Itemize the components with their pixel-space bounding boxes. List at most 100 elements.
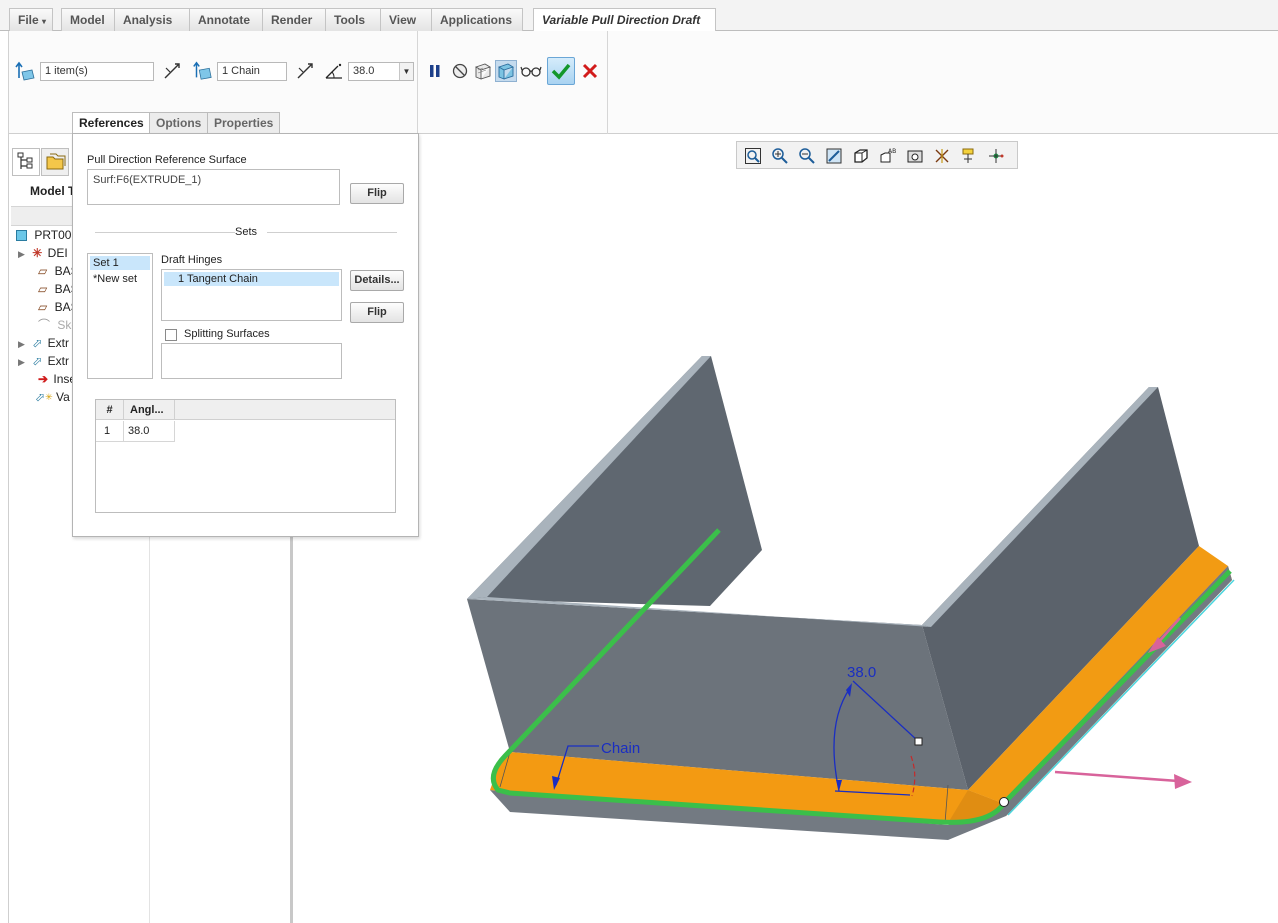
tab-variable-pull-direction-draft[interactable]: Variable Pull Direction Draft [533,8,716,32]
expand-arrow-icon[interactable]: ▶ [18,339,25,349]
pull-direction-arrowhead [1174,774,1192,789]
tab-view[interactable]: View [380,8,432,31]
chain-collector-field[interactable]: 1 Chain [217,62,287,81]
set-item[interactable]: Set 1 [90,256,150,270]
model-tree-tab[interactable] [12,148,40,176]
left-wall-top [467,356,711,599]
tree-item-label: Va [55,390,70,404]
right-wall-top [922,387,1158,627]
angle-arrowhead [846,683,852,697]
tab-model[interactable]: Model [61,8,115,31]
angle-drag-handle[interactable] [914,737,923,746]
draft-angle-preview [910,755,916,797]
cancel-x-button[interactable] [579,60,601,82]
tab-references[interactable]: References [72,112,151,135]
table-cell: 1 [96,421,124,441]
attached-preview-icon[interactable] [472,60,494,82]
tab-tools[interactable]: Tools [325,8,381,31]
table-cell[interactable]: 38.0 [124,421,175,441]
no-preview-icon[interactable] [449,60,471,82]
annotation-display-icon[interactable] [958,145,980,167]
pull-direction-collector[interactable]: Surf:F6(EXTRUDE_1) [87,169,340,205]
pull-direction-surface-icon[interactable] [14,60,36,82]
tree-item-plane[interactable]: ▱ BAS [13,298,79,316]
chain-label[interactable]: Chain [601,740,640,757]
folder-browser-tab[interactable] [41,148,69,176]
draft-feature-icon: ⬀ [35,390,46,404]
back-wall-face [467,599,968,790]
tree-item-extrude[interactable]: ▶ ⬀ Extr [13,334,69,352]
datum-plane-icon: ▱ [38,300,48,314]
angle-table: # Angl... 1 38.0 [95,399,396,513]
sets-list: Set 1 *New set [87,253,153,379]
details-button[interactable]: Details... [350,270,404,291]
file-menu-tab[interactable]: File ▾ [9,8,53,31]
left-wall-face [467,356,762,606]
menu-bar: File ▾ Model Analysis Annotate Render To… [0,0,1278,32]
display-style-icon[interactable] [850,145,872,167]
angle-dimension-label[interactable]: 38.0 [847,664,876,681]
flip-hinge-icon[interactable] [294,60,316,82]
graphics-toolbar: AB [736,141,1018,169]
surface-edge-lines [499,751,949,824]
tab-options[interactable]: Options [149,112,209,134]
refit-icon[interactable] [742,145,764,167]
tab-annotate[interactable]: Annotate [189,8,263,31]
geometry-preview-icon[interactable] [495,60,517,82]
tab-properties[interactable]: Properties [207,112,281,134]
tree-item-label: Extr [47,354,70,368]
pull-direction-arrow [1054,770,1179,783]
pause-icon[interactable] [424,60,446,82]
draft-hinge-icon[interactable] [191,60,213,82]
expand-arrow-icon[interactable]: ▶ [18,357,25,367]
angle-leader [852,680,919,742]
flip-hinge-button[interactable]: Flip [350,302,404,323]
draft-hinge-item[interactable]: 1 Tangent Chain [164,272,339,286]
zoom-out-icon[interactable] [796,145,818,167]
sketch-icon: ⌒ [38,318,51,332]
pull-direction-label: Pull Direction Reference Surface [87,154,247,166]
sets-label: Sets [235,226,258,238]
dimension-line [834,790,911,796]
repaint-icon[interactable] [823,145,845,167]
new-set-item[interactable]: *New set [90,272,150,286]
svg-text:AB: AB [888,148,896,155]
tab-render[interactable]: Render [262,8,326,31]
cyan-edge [1007,579,1235,816]
tree-item-plane[interactable]: ▱ BAS [13,262,79,280]
flip-pull-direction-button[interactable]: Flip [350,183,404,204]
tree-item-extrude[interactable]: ▶ ⬀ Extr [13,352,69,370]
base-side-face [490,566,1232,840]
draft-direction-arrowhead [1148,637,1166,653]
tree-item-datum[interactable]: ▶ ✳ DEI [13,244,68,262]
verify-glasses-icon[interactable] [520,60,542,82]
spin-center-icon[interactable] [985,145,1007,167]
draft-direction-arrow [1155,617,1181,646]
draft-hinges-collector[interactable]: 1 Tangent Chain [161,269,342,321]
splitting-surfaces-collector[interactable] [161,343,342,379]
tree-item-plane[interactable]: ▱ BAS [13,280,79,298]
draft-surface-front [490,752,1002,823]
tree-item-part[interactable]: PRT000 [13,226,78,244]
chevron-down-icon[interactable]: ▼ [399,63,413,80]
divider [267,232,397,233]
tab-analysis[interactable]: Analysis [114,8,190,31]
datum-display-icon[interactable] [931,145,953,167]
view-manager-icon[interactable] [904,145,926,167]
tab-applications[interactable]: Applications [431,8,523,31]
tree-item-sketch[interactable]: ⌒ Ske [13,316,78,334]
splitting-surfaces-checkbox[interactable] [165,329,177,341]
expand-arrow-icon[interactable]: ▶ [18,249,25,259]
ok-checkmark-button[interactable] [547,57,575,85]
divider [95,232,235,233]
tree-item-draft[interactable]: ⬀✳ Va [13,388,70,406]
chain-endpoint-handle[interactable] [999,797,1009,807]
zoom-in-icon[interactable] [769,145,791,167]
tree-item-insert-here[interactable]: ➔ Inse [13,370,76,388]
tree-item-label: DEI [47,246,68,260]
table-row[interactable]: 1 38.0 [96,421,175,442]
saved-orientations-icon[interactable]: AB [877,145,899,167]
draft-angle-input[interactable]: 38.0 ▼ [348,62,414,81]
flip-direction-icon[interactable] [161,60,183,82]
surface-collector-field[interactable]: 1 item(s) [40,62,154,81]
